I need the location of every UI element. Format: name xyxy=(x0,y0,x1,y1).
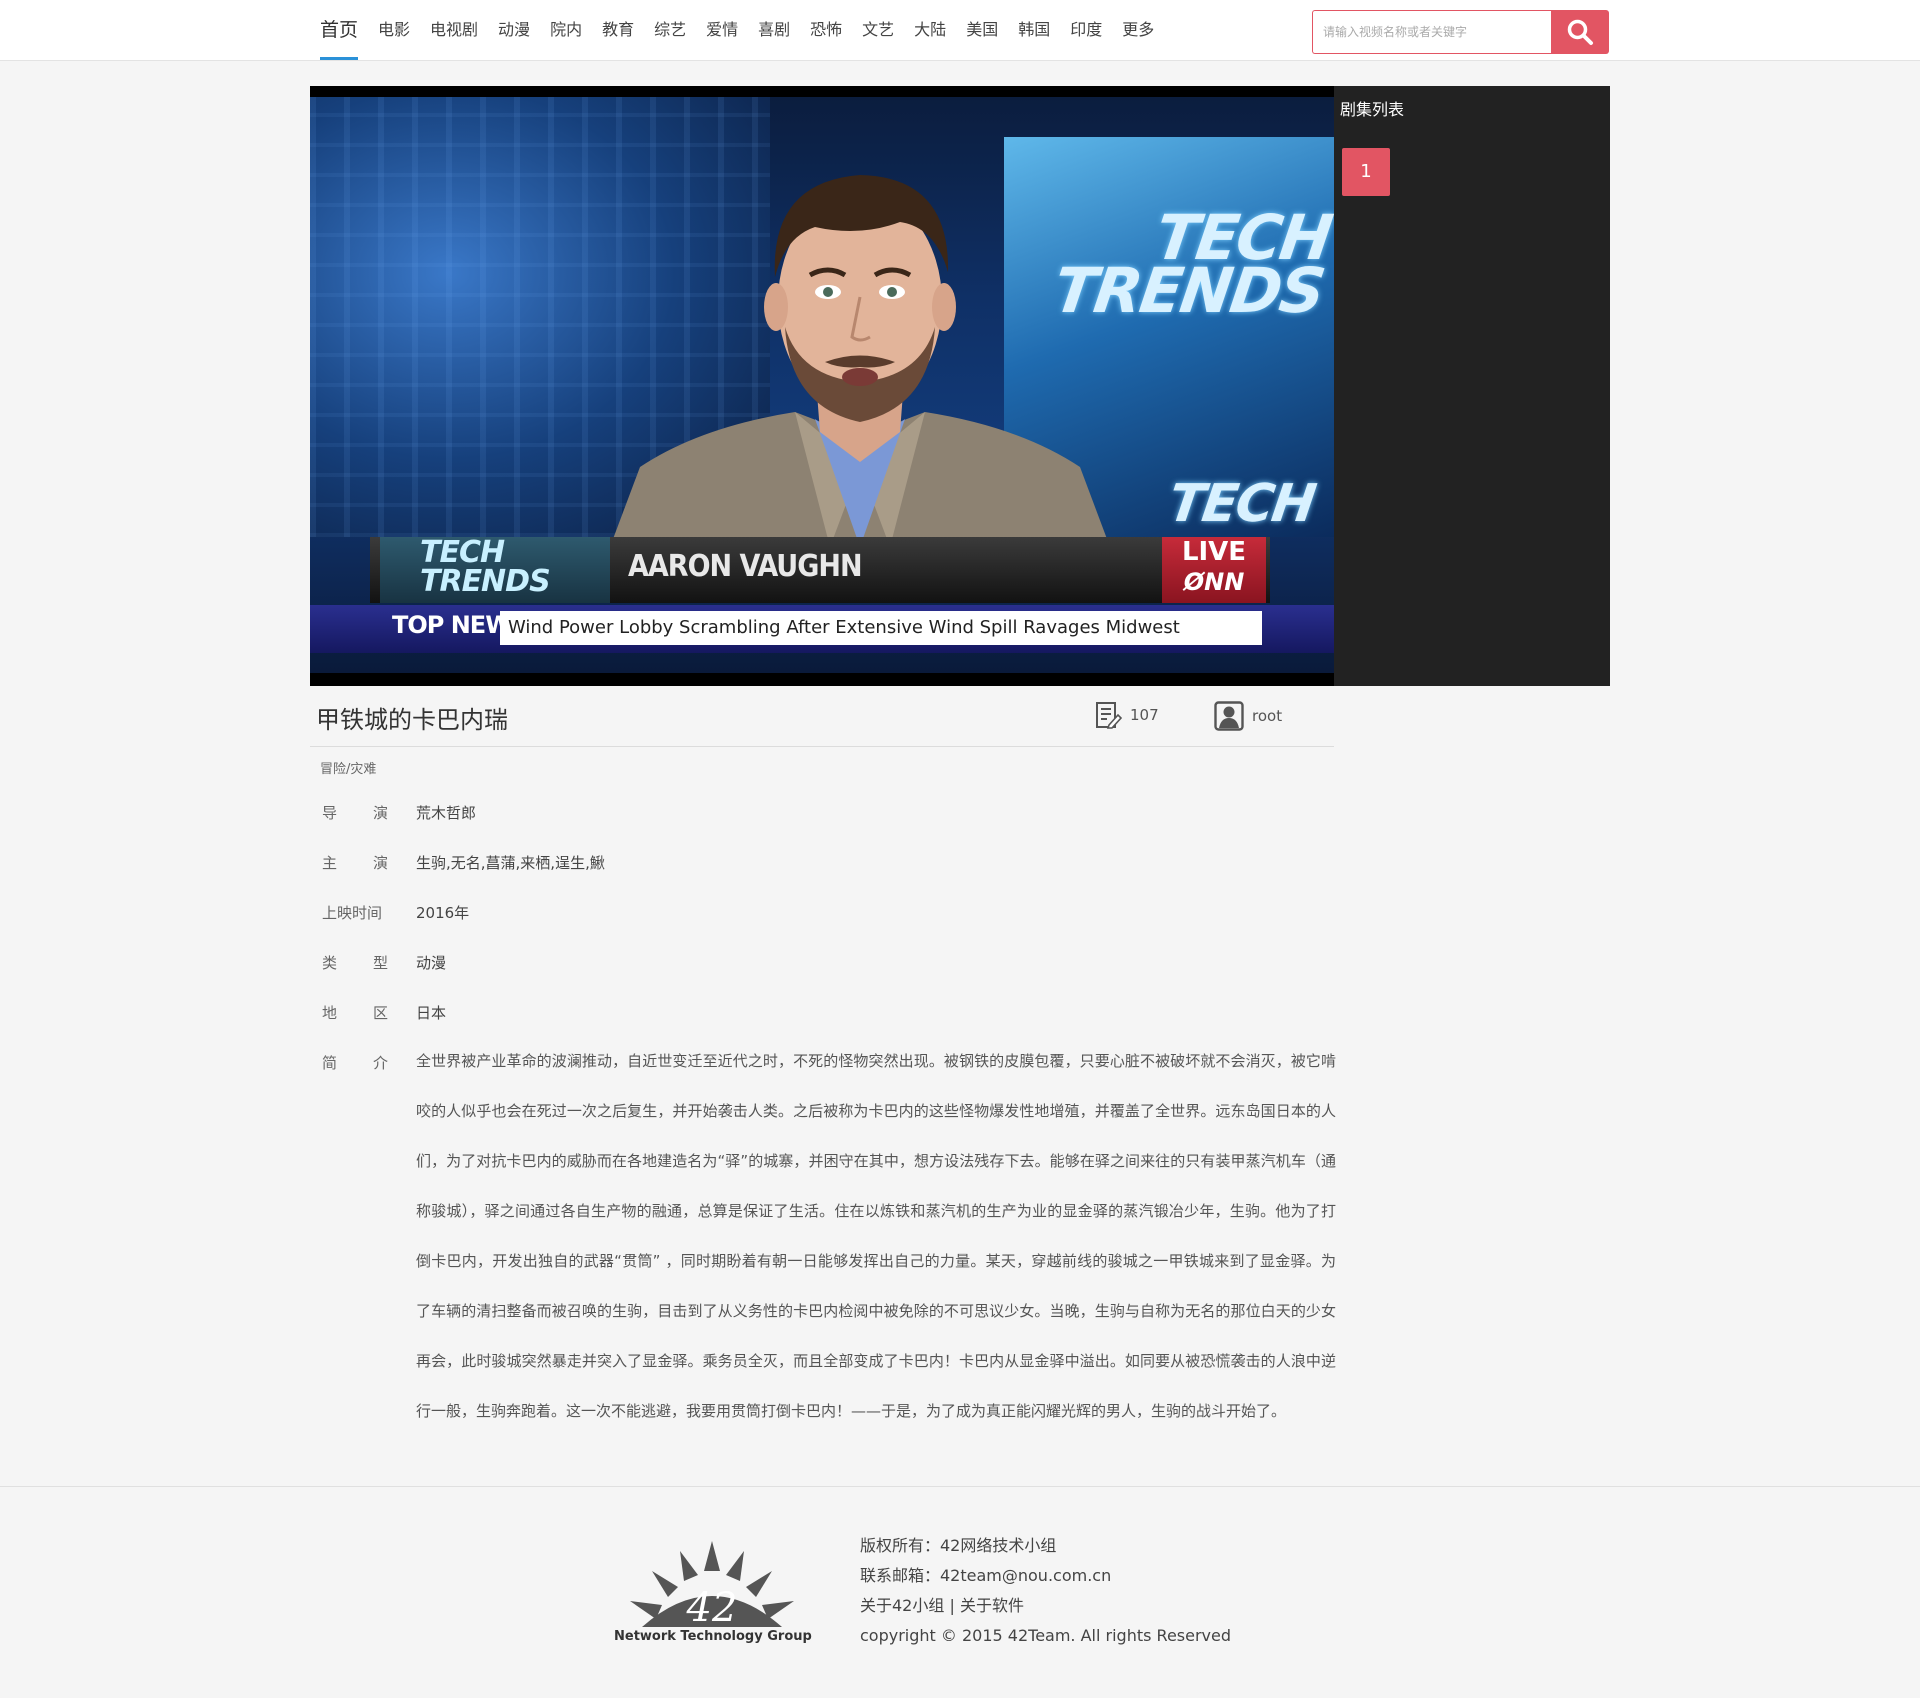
nav-item-movie[interactable]: 电影 xyxy=(378,0,410,60)
type-label: 类型 xyxy=(322,954,388,972)
tech-trends-logo: TECH TRENDS xyxy=(380,537,610,603)
footer-info: 版权所有：42网络技术小组 联系邮箱：42team@nou.com.cn 关于4… xyxy=(860,1531,1231,1651)
ticker-headline: Wind Power Lobby Scrambling After Extens… xyxy=(500,611,1262,645)
nav-item-education[interactable]: 教育 xyxy=(602,0,634,60)
release-value: 2016年 xyxy=(416,904,470,922)
episode-button-1[interactable]: 1 xyxy=(1342,148,1390,196)
release-label: 上映时间 xyxy=(322,904,383,922)
anchor-name: AARON VAUGHN xyxy=(628,549,863,584)
logo-caption: Network Technology Group xyxy=(614,1629,812,1644)
uploader[interactable]: root xyxy=(1214,701,1282,731)
director-label: 导演 xyxy=(322,804,388,822)
nav-item-romance[interactable]: 爱情 xyxy=(706,0,738,60)
nav-item-india[interactable]: 印度 xyxy=(1070,0,1102,60)
about-software-link[interactable]: 关于软件 xyxy=(960,1596,1024,1615)
type-value: 动漫 xyxy=(416,954,447,972)
nav-item-usa[interactable]: 美国 xyxy=(966,0,998,60)
user-icon xyxy=(1214,701,1244,731)
nav-item-korea[interactable]: 韩国 xyxy=(1018,0,1050,60)
logo-line2: TRENDS xyxy=(420,563,551,599)
video-player[interactable]: TECH TRENDS TECH TECH TRENDS AARON VAUGH… xyxy=(310,86,1334,686)
search-input[interactable] xyxy=(1312,10,1552,54)
nav-item-tv[interactable]: 电视剧 xyxy=(430,0,478,60)
video-title: 甲铁城的卡巴内瑞 xyxy=(316,706,508,734)
info-header: 甲铁城的卡巴内瑞 107 root xyxy=(310,686,1334,747)
nav-item-campus[interactable]: 院内 xyxy=(550,0,582,60)
search-button[interactable] xyxy=(1551,10,1609,54)
episode-list-panel: 剧集列表 1 xyxy=(1334,86,1610,686)
video-frame[interactable]: TECH TRENDS TECH TECH TRENDS AARON VAUGH… xyxy=(310,97,1334,673)
search-icon xyxy=(1567,19,1594,45)
live-label: LIVE xyxy=(1181,537,1247,567)
footer-links: 关于42小组 | 关于软件 xyxy=(860,1591,1231,1621)
live-badge: LIVE ØNN xyxy=(1162,537,1266,603)
news-anchor-figure xyxy=(610,175,1110,547)
copyright-owner: 版权所有：42网络技术小组 xyxy=(860,1536,1057,1555)
news-ticker: TOP NEWS Wind Power Lobby Scrambling Aft… xyxy=(310,605,1334,653)
main-nav: 首页 电影 电视剧 动漫 院内 教育 综艺 爱情 喜剧 恐怖 文艺 大陆 美国 … xyxy=(320,0,1174,60)
region-value: 日本 xyxy=(416,1004,447,1022)
cast-value: 生驹,无名,菖蒲,来栖,逞生,鰍 xyxy=(416,854,605,872)
synopsis-label: 简介 xyxy=(322,1054,388,1072)
search-bar xyxy=(1312,10,1609,54)
genre-tags: 冒险/灾难 xyxy=(320,762,377,777)
director-value: 荒木哲郎 xyxy=(416,804,477,822)
edit-document-icon xyxy=(1096,702,1122,729)
footer: 42 Network Technology Group 版权所有：42网络技术小… xyxy=(0,1486,1920,1698)
contact-email: 联系邮箱：42team@nou.com.cn xyxy=(860,1566,1112,1585)
copyright-notice: copyright © 2015 42Team. All rights Rese… xyxy=(860,1626,1232,1645)
view-count: 107 xyxy=(1094,701,1159,729)
region-label: 地区 xyxy=(322,1004,388,1022)
video-info: 甲铁城的卡巴内瑞 107 root 冒险/灾难 导演 荒木哲郎 主演 生驹,无名… xyxy=(310,686,1336,1420)
network-logo: ØNN xyxy=(1183,568,1245,596)
episode-list-title: 剧集列表 xyxy=(1340,100,1405,119)
nav-item-horror[interactable]: 恐怖 xyxy=(810,0,842,60)
cast-label: 主演 xyxy=(322,854,388,872)
about-group-link[interactable]: 关于42小组 xyxy=(860,1596,944,1615)
nav-item-home[interactable]: 首页 xyxy=(320,0,359,60)
top-navbar: 首页 电影 电视剧 动漫 院内 教育 综艺 爱情 喜剧 恐怖 文艺 大陆 美国 … xyxy=(0,0,1920,61)
nav-item-variety[interactable]: 综艺 xyxy=(654,0,686,60)
view-count-value: 107 xyxy=(1130,706,1159,724)
nav-item-anime[interactable]: 动漫 xyxy=(498,0,530,60)
nav-item-more[interactable]: 更多 xyxy=(1122,0,1154,60)
news-lower-third: TECH TRENDS AARON VAUGHN LIVE ØNN TOP NE… xyxy=(310,535,1334,673)
nav-item-art[interactable]: 文艺 xyxy=(862,0,894,60)
player-section: TECH TRENDS TECH TECH TRENDS AARON VAUGH… xyxy=(310,86,1610,686)
studio-tech-sign-lower: TECH xyxy=(1165,474,1319,534)
svg-text:42: 42 xyxy=(686,1585,738,1631)
link-separator: | xyxy=(949,1596,955,1615)
nav-item-mainland[interactable]: 大陆 xyxy=(914,0,946,60)
synopsis-text: 全世界被产业革命的波澜推动，自近世变迁至近代之时，不死的怪物突然出现。被钢铁的皮… xyxy=(416,1052,1336,1420)
uploader-name[interactable]: root xyxy=(1252,707,1282,725)
nav-item-comedy[interactable]: 喜剧 xyxy=(758,0,790,60)
